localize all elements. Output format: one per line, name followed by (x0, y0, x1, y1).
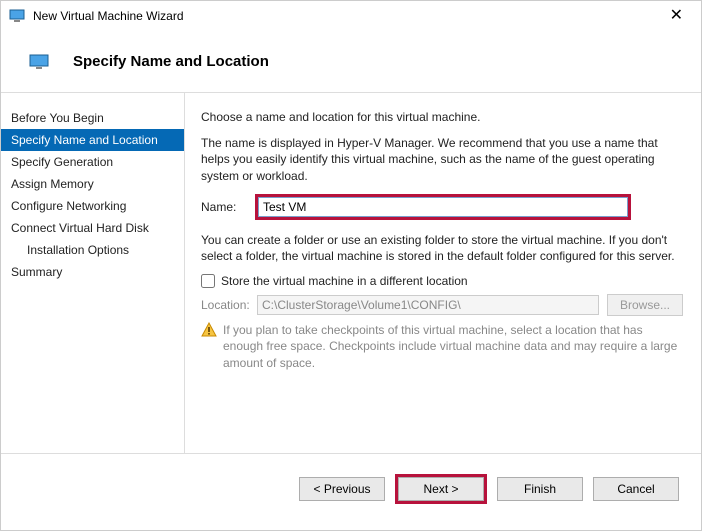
finish-button[interactable]: Finish (497, 477, 583, 501)
name-input-highlight (255, 194, 631, 220)
window-title: New Virtual Machine Wizard (33, 9, 660, 23)
sidebar-item-summary[interactable]: Summary (1, 261, 184, 283)
name-label: Name: (201, 200, 255, 214)
header-monitor-icon (29, 54, 49, 70)
store-checkbox-row: Store the virtual machine in a different… (201, 274, 683, 288)
browse-button: Browse... (607, 294, 683, 316)
sidebar-item-connect-vhd[interactable]: Connect Virtual Hard Disk (1, 217, 184, 239)
wizard-body: Before You Begin Specify Name and Locati… (1, 93, 701, 453)
sidebar-item-specify-generation[interactable]: Specify Generation (1, 151, 184, 173)
location-label: Location: (201, 298, 257, 312)
store-checkbox-label: Store the virtual machine in a different… (221, 274, 468, 288)
page-title: Specify Name and Location (73, 53, 269, 70)
description-text: The name is displayed in Hyper-V Manager… (201, 135, 683, 184)
warning-text: If you plan to take checkpoints of this … (223, 322, 683, 371)
app-monitor-icon (9, 9, 25, 23)
content: Choose a name and location for this virt… (185, 93, 701, 453)
close-icon[interactable]: ✕ (660, 6, 693, 26)
name-input[interactable] (258, 197, 628, 217)
wizard-header: Specify Name and Location (1, 31, 701, 93)
cancel-button[interactable]: Cancel (593, 477, 679, 501)
folder-desc: You can create a folder or use an existi… (201, 232, 683, 264)
previous-button[interactable]: < Previous (299, 477, 385, 501)
sidebar-item-before-you-begin[interactable]: Before You Begin (1, 107, 184, 129)
intro-text: Choose a name and location for this virt… (201, 109, 683, 125)
titlebar: New Virtual Machine Wizard ✕ (1, 1, 701, 31)
location-input (257, 295, 599, 315)
sidebar: Before You Begin Specify Name and Locati… (1, 93, 185, 453)
name-row: Name: (201, 194, 683, 220)
sidebar-item-specify-name[interactable]: Specify Name and Location (1, 129, 184, 151)
sidebar-item-installation-options[interactable]: Installation Options (1, 239, 184, 261)
warning-icon (201, 322, 217, 338)
sidebar-item-configure-networking[interactable]: Configure Networking (1, 195, 184, 217)
footer: < Previous Next > Finish Cancel (1, 453, 701, 523)
sidebar-item-assign-memory[interactable]: Assign Memory (1, 173, 184, 195)
next-button[interactable]: Next > (398, 477, 484, 501)
location-row: Location: Browse... (201, 294, 683, 316)
warning-row: If you plan to take checkpoints of this … (201, 322, 683, 371)
store-checkbox[interactable] (201, 274, 215, 288)
next-button-highlight: Next > (395, 474, 487, 504)
